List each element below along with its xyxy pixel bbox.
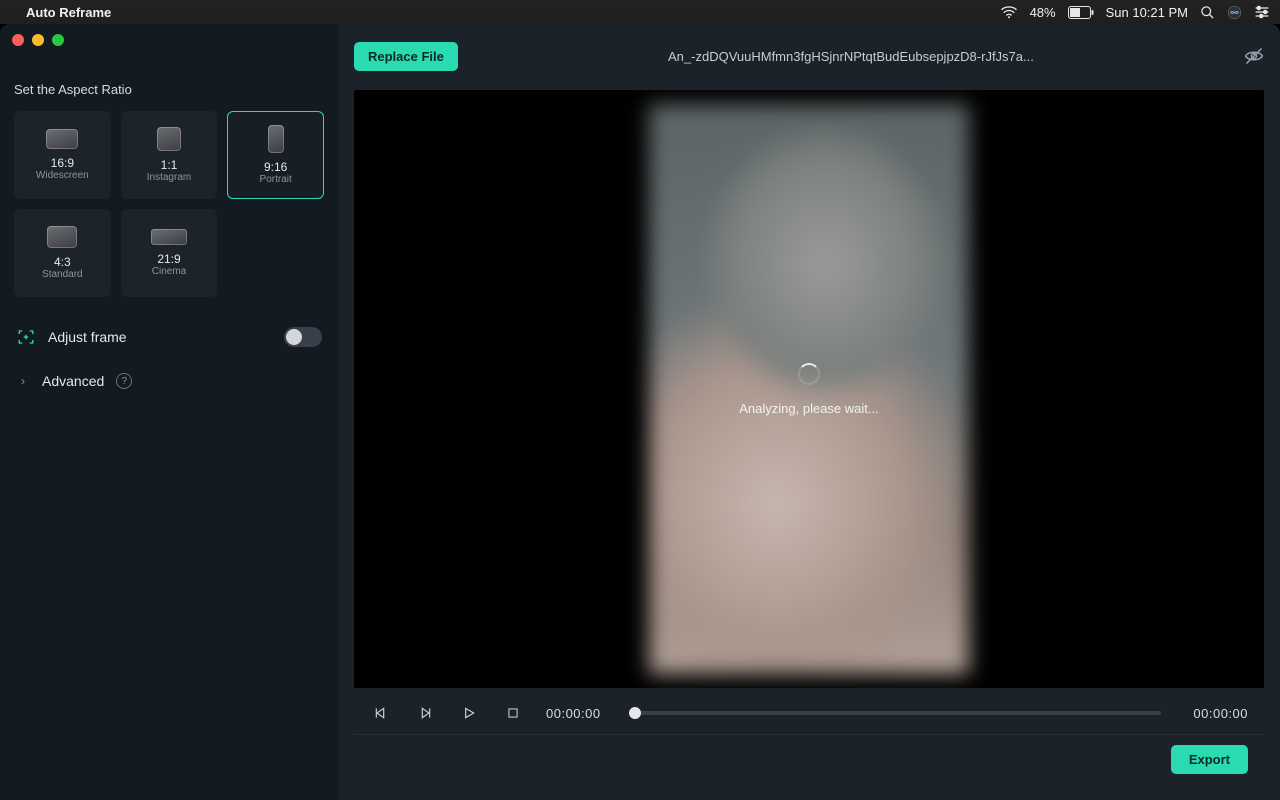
adjust-frame-label: Adjust frame	[48, 329, 127, 345]
siri-icon[interactable]	[1227, 5, 1242, 20]
aspect-ratio-name: 4:3	[54, 256, 71, 269]
window-close-button[interactable]	[12, 34, 24, 46]
timeline-playhead[interactable]	[629, 707, 641, 719]
aspect-ratio-option[interactable]: 16:9Widescreen	[14, 111, 111, 199]
window-minimize-button[interactable]	[32, 34, 44, 46]
main-header: Replace File An_-zdDQVuuHMfmn3fgHSjnrNPt…	[354, 36, 1264, 76]
aspect-ratio-grid: 16:9Widescreen1:1Instagram9:16Portrait4:…	[14, 111, 324, 297]
adjust-frame-icon	[16, 327, 36, 347]
chevron-right-icon: ›	[16, 374, 30, 388]
menubar-clock[interactable]: Sun 10:21 PM	[1106, 5, 1188, 20]
info-icon[interactable]: ?	[116, 373, 132, 389]
aspect-ratio-thumb-icon	[157, 127, 181, 151]
aspect-ratio-name: 1:1	[161, 159, 178, 172]
advanced-disclosure[interactable]: › Advanced ?	[14, 371, 324, 391]
transport-controls: 00:00:00 00:00:00	[354, 700, 1264, 734]
aspect-ratio-thumb-icon	[46, 129, 78, 149]
aspect-ratio-name: 9:16	[264, 161, 287, 174]
window-traffic-lights	[12, 34, 64, 46]
aspect-ratio-option[interactable]: 4:3Standard	[14, 209, 111, 297]
aspect-ratio-option[interactable]: 9:16Portrait	[227, 111, 324, 199]
aspect-ratio-name: 16:9	[51, 157, 74, 170]
settings-sidebar: Set the Aspect Ratio 16:9Widescreen1:1In…	[0, 24, 338, 800]
time-total: 00:00:00	[1193, 706, 1248, 721]
preview-visibility-toggle-icon[interactable]	[1244, 46, 1264, 66]
aspect-ratio-subtitle: Cinema	[152, 266, 186, 277]
aspect-ratio-subtitle: Portrait	[260, 174, 292, 185]
control-center-icon[interactable]	[1254, 5, 1270, 19]
wifi-icon[interactable]	[1000, 5, 1018, 19]
stop-button[interactable]	[502, 702, 524, 724]
aspect-ratio-subtitle: Standard	[42, 269, 83, 280]
window-zoom-button[interactable]	[52, 34, 64, 46]
adjust-frame-row: Adjust frame	[14, 325, 324, 349]
main-panel: Replace File An_-zdDQVuuHMfmn3fgHSjnrNPt…	[338, 24, 1280, 800]
export-button[interactable]: Export	[1171, 745, 1248, 774]
file-title: An_-zdDQVuuHMfmn3fgHSjnrNPtqtBudEubsepjp…	[472, 49, 1230, 64]
aspect-ratio-thumb-icon	[151, 229, 187, 245]
aspect-ratio-option[interactable]: 1:1Instagram	[121, 111, 218, 199]
adjust-frame-toggle[interactable]	[284, 327, 322, 347]
next-frame-button[interactable]	[414, 702, 436, 724]
battery-percent: 48%	[1030, 5, 1056, 20]
time-current: 00:00:00	[546, 706, 601, 721]
video-preview: Analyzing, please wait...	[354, 90, 1264, 688]
prev-frame-button[interactable]	[370, 702, 392, 724]
app-window: Set the Aspect Ratio 16:9Widescreen1:1In…	[0, 24, 1280, 800]
menubar-app-name[interactable]: Auto Reframe	[26, 5, 111, 20]
timeline-scrubber[interactable]	[633, 711, 1162, 715]
aspect-ratio-name: 21:9	[157, 253, 180, 266]
aspect-ratio-thumb-icon	[268, 125, 284, 153]
macos-menubar: Auto Reframe 48% Sun 10:21 PM	[0, 0, 1280, 24]
aspect-ratio-thumb-icon	[47, 226, 77, 248]
spotlight-search-icon[interactable]	[1200, 5, 1215, 20]
aspect-ratio-section-title: Set the Aspect Ratio	[14, 82, 324, 97]
replace-file-button[interactable]: Replace File	[354, 42, 458, 71]
battery-icon	[1068, 6, 1094, 19]
play-button[interactable]	[458, 702, 480, 724]
footer: Export	[354, 734, 1264, 784]
aspect-ratio-subtitle: Instagram	[147, 172, 191, 183]
advanced-label: Advanced	[42, 373, 104, 389]
aspect-ratio-subtitle: Widescreen	[36, 170, 89, 181]
preview-frame	[649, 104, 969, 674]
aspect-ratio-option[interactable]: 21:9Cinema	[121, 209, 218, 297]
